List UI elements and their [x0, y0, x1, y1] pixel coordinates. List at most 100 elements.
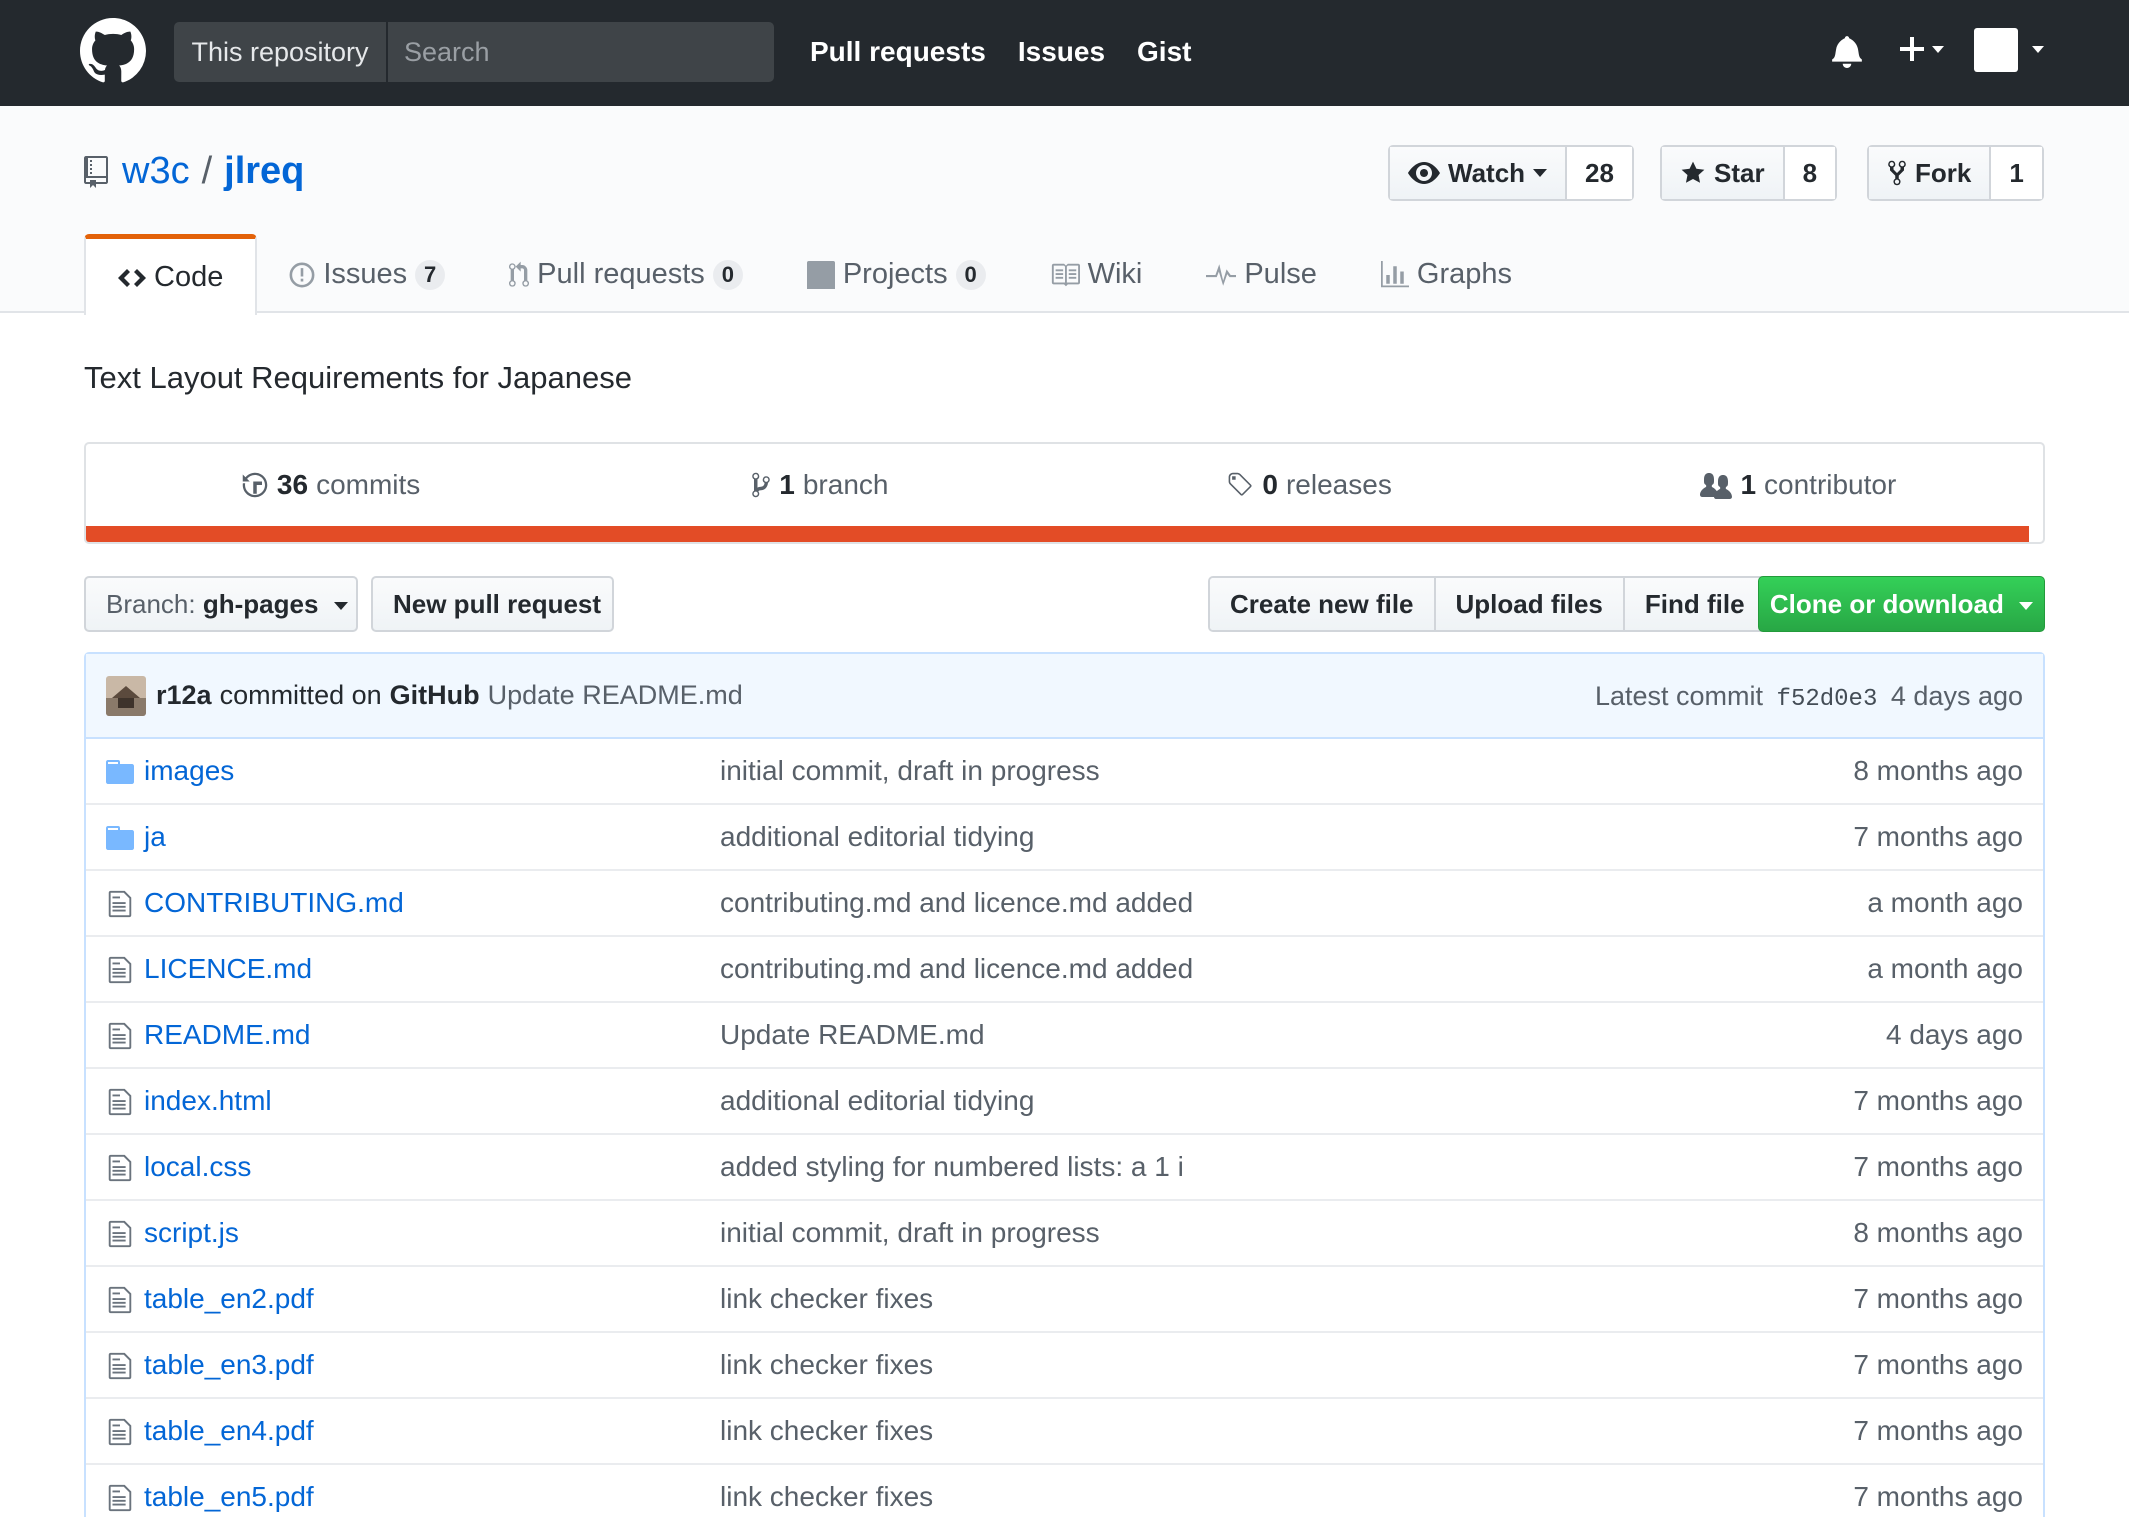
file-commit-message[interactable]: added styling for numbered lists: a 1 i: [720, 1135, 1184, 1199]
tab-label: Wiki: [1087, 258, 1143, 290]
contributors-count: 1: [1740, 469, 1757, 500]
file-commit-message[interactable]: initial commit, draft in progress: [720, 1201, 1100, 1265]
history-icon: [242, 472, 268, 498]
contributors-link[interactable]: 1 contributor: [1554, 444, 2043, 526]
search-scope-label: This repository: [174, 22, 388, 82]
pulse-icon: [1206, 263, 1237, 286]
file-name-link[interactable]: index.html: [144, 1069, 272, 1133]
tab-issues[interactable]: Issues 7: [257, 234, 477, 315]
commit-sha[interactable]: f52d0e3: [1777, 686, 1878, 713]
create-new-menu[interactable]: [1898, 30, 1950, 70]
user-menu[interactable]: [1974, 28, 2046, 72]
find-file-button[interactable]: Find file: [1624, 578, 1765, 630]
fork-count[interactable]: 1: [1991, 147, 2042, 199]
file-commit-message[interactable]: link checker fixes: [720, 1465, 933, 1517]
branches-link[interactable]: 1 branch: [575, 444, 1064, 526]
tab-label: Graphs: [1416, 258, 1512, 290]
chevron-down-icon: [333, 602, 348, 611]
clone-or-download-button[interactable]: Clone or download: [1758, 576, 2045, 632]
releases-link[interactable]: 0 releases: [1065, 444, 1554, 526]
nav-pull-requests[interactable]: Pull requests: [810, 0, 986, 106]
language-bar[interactable]: [86, 526, 2029, 542]
file-text-icon: [108, 1088, 132, 1116]
file-name-link[interactable]: table_en2.pdf: [144, 1267, 314, 1331]
repo-owner-link[interactable]: w3c: [122, 150, 190, 193]
latest-commit-info: Latest commit f52d0e3 4 days ago: [1595, 654, 2023, 739]
latest-commit-label: Latest commit: [1594, 681, 1764, 711]
repo-path-separator: /: [201, 150, 213, 192]
upload-files-button[interactable]: Upload files: [1435, 578, 1625, 630]
file-commit-message[interactable]: initial commit, draft in progress: [720, 739, 1100, 803]
repo-name-link[interactable]: jlreq: [224, 150, 304, 193]
file-name-link[interactable]: script.js: [144, 1201, 239, 1265]
file-actions-group: Create new file Upload files Find file: [1208, 576, 1767, 632]
file-name-link[interactable]: table_en5.pdf: [144, 1465, 314, 1517]
file-row: LICENCE.md contributing.md and licence.md…: [86, 937, 2043, 1003]
file-row: table_en2.pdf link checker fixes 7 months …: [86, 1267, 2043, 1333]
file-commit-message[interactable]: additional editorial tidying: [720, 1069, 1034, 1133]
file-name-link[interactable]: table_en4.pdf: [144, 1399, 314, 1463]
repo-title: w3c / jlreq: [84, 150, 304, 193]
file-name-link[interactable]: CONTRIBUTING.md: [144, 871, 404, 935]
file-name-link[interactable]: local.css: [144, 1135, 251, 1199]
file-name-link[interactable]: LICENCE.md: [144, 937, 312, 1001]
tab-counter: 0: [712, 259, 743, 290]
tab-projects[interactable]: Projects 0: [775, 234, 1018, 315]
branch-select-button[interactable]: Branch: gh-pages: [84, 576, 358, 632]
file-commit-message[interactable]: link checker fixes: [720, 1333, 933, 1397]
file-text-icon: [108, 1418, 132, 1446]
file-text-icon: [108, 1352, 132, 1380]
create-new-file-button[interactable]: Create new file: [1210, 578, 1436, 630]
commit-author[interactable]: r12a: [156, 680, 212, 711]
branch-name: gh-pages: [202, 589, 319, 619]
file-rows: images initial commit, draft in progress 8…: [86, 739, 2043, 1517]
star-icon: [1681, 161, 1705, 183]
fork-button[interactable]: Fork: [1869, 147, 1992, 199]
author-avatar[interactable]: [106, 675, 146, 716]
clone-label: Clone or download: [1769, 589, 2004, 619]
new-pull-request-button[interactable]: New pull request: [371, 576, 614, 632]
file-text-icon: [108, 1484, 132, 1512]
file-commit-message[interactable]: contributing.md and licence.md added: [720, 937, 1193, 1001]
watch-count[interactable]: 28: [1567, 147, 1632, 199]
file-commit-message[interactable]: link checker fixes: [720, 1399, 933, 1463]
tab-pulse[interactable]: Pulse: [1174, 234, 1349, 315]
nav-gist[interactable]: Gist: [1137, 0, 1191, 106]
star-button[interactable]: Star: [1662, 147, 1785, 199]
repo-icon: [84, 155, 108, 188]
file-name-link[interactable]: README.md: [144, 1003, 310, 1067]
search-input[interactable]: [388, 22, 774, 82]
pull-request-icon: [509, 261, 530, 287]
star-count[interactable]: 8: [1784, 147, 1836, 199]
file-commit-age: 8 months ago: [1853, 1217, 2023, 1248]
tab-pull-requests[interactable]: Pull requests 0: [477, 234, 775, 315]
nav-issues[interactable]: Issues: [1018, 0, 1105, 106]
file-commit-message[interactable]: additional editorial tidying: [720, 805, 1034, 869]
file-name-link[interactable]: table_en3.pdf: [144, 1333, 314, 1397]
file-commit-age: 7 months ago: [1853, 1349, 2023, 1380]
numbers-summary: 36 commits 1 branch 0 releases 1 contrib…: [84, 442, 2045, 544]
file-commit-message[interactable]: link checker fixes: [720, 1267, 933, 1331]
file-commit-age: 4 days ago: [1886, 1019, 2023, 1050]
branch-icon: [752, 472, 771, 498]
tab-graphs[interactable]: Graphs: [1349, 234, 1544, 315]
github-logo-icon[interactable]: [80, 18, 146, 84]
tab-code[interactable]: Code: [84, 234, 258, 315]
file-commit-message[interactable]: contributing.md and licence.md added: [720, 871, 1193, 935]
plus-icon: [1900, 37, 1944, 61]
tab-counter: 7: [415, 259, 446, 290]
tab-label: Projects: [842, 258, 948, 290]
file-name-link[interactable]: ja: [144, 805, 166, 869]
file-row: table_en4.pdf link checker fixes 7 months …: [86, 1399, 2043, 1465]
tab-wiki[interactable]: Wiki: [1018, 234, 1175, 315]
commits-link[interactable]: 36 commits: [86, 444, 575, 526]
book-icon: [1051, 263, 1080, 286]
file-text-icon: [108, 1154, 132, 1182]
file-name-link[interactable]: images: [144, 739, 234, 803]
watch-button[interactable]: Watch: [1390, 147, 1568, 199]
file-commit-message[interactable]: Update README.md: [720, 1003, 985, 1067]
code-icon: [118, 269, 146, 287]
tab-label: Pulse: [1244, 258, 1317, 290]
notifications-bell-icon[interactable]: [1832, 34, 1862, 68]
commit-message[interactable]: Update README.md: [488, 680, 743, 711]
